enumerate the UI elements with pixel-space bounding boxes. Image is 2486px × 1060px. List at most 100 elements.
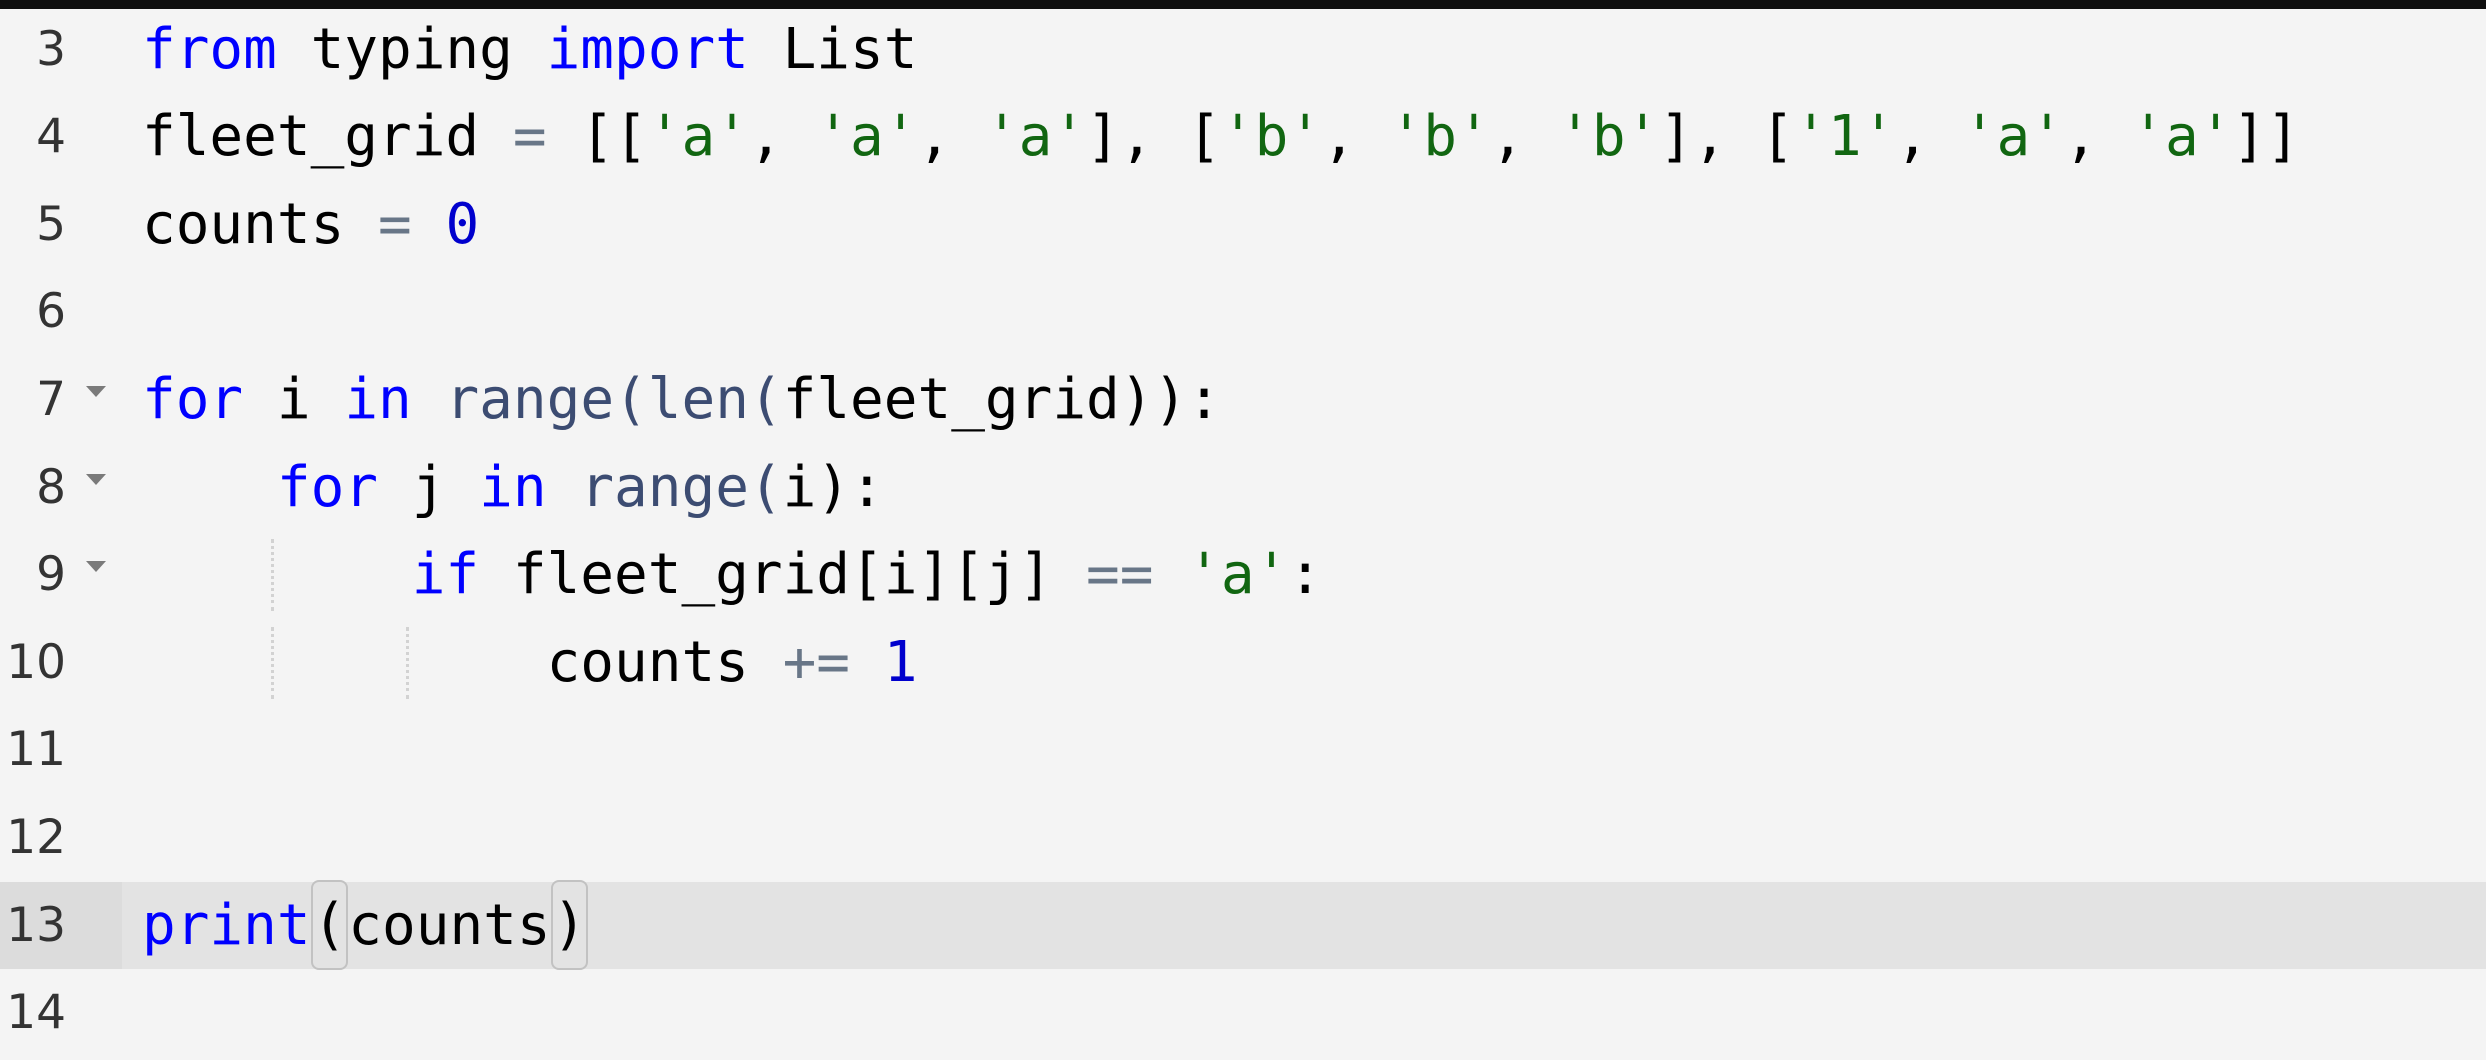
gutter-cell: 14 [0,969,122,1057]
code-token-plain: List [748,16,918,82]
code-token-plain: , [1322,104,1390,170]
fold-toggle-icon[interactable] [86,473,106,485]
code-token-plain: i [243,366,345,432]
code-token-operator: = [512,104,547,170]
code-line[interactable]: 7 for i in range(len(fleet_grid)): [0,356,2486,444]
code-text[interactable]: for i in range(len(fleet_grid)): [142,356,1221,444]
code-token-builtin: range( [445,366,648,432]
code-token-plain: j [378,454,480,520]
code-token-plain: ], [ [1659,104,1795,170]
code-token-keyword: in [479,454,547,520]
code-line[interactable]: 9 if fleet_grid[i][j] == 'a': [0,531,2486,619]
line-number: 9 [36,547,66,603]
gutter-cell: 8 [0,444,122,532]
gutter-cell: 13 [0,881,122,970]
code-token-keyword: in [344,366,412,432]
code-token-string: 'b' [1558,104,1660,170]
code-line[interactable]: 12 [0,794,2486,882]
code-token-builtin: range( [580,454,783,520]
line-number: 10 [6,634,66,690]
code-token-plain: , [917,104,985,170]
code-token-plain: counts [546,629,783,695]
line-number: 12 [6,809,66,865]
code-editor[interactable]: 3 from typing import List 4 fleet_grid = [[… [0,0,2486,1060]
code-token-plain: typing [276,16,547,82]
gutter-cell: 11 [0,706,122,794]
code-line[interactable]: 6 [0,268,2486,356]
fold-toggle-icon[interactable] [86,385,106,397]
code-token-string: '1' [1794,104,1896,170]
code-token-builtin: len( [647,366,783,432]
code-token-string: 'a' [1187,542,1289,608]
code-token-plain: [[ [546,104,648,170]
gutter-cell: 9 [0,531,122,619]
code-line[interactable]: 14 [0,969,2486,1057]
code-token-plain: fleet_grid)): [782,366,1221,432]
code-text[interactable]: counts = 0 [142,181,479,269]
line-number: 4 [36,109,66,165]
code-token-plain: : [1288,542,1323,608]
code-token-string: 'a' [1962,104,2064,170]
code-line[interactable]: 4 fleet_grid = [['a', 'a', 'a'], ['b', 'b… [0,93,2486,181]
code-token-string: 'a' [816,104,918,170]
code-token-plain: fleet_grid[i][j] [479,542,1087,608]
code-token-string: 'a' [2131,104,2233,170]
code-text[interactable]: from typing import List [142,6,917,94]
code-token-string: 'b' [1220,104,1323,170]
line-number: 11 [6,722,66,778]
code-token-plain: ], [ [1086,104,1221,170]
code-token-plain: counts [142,191,379,257]
code-token-operator: = [378,191,412,257]
code-token-keyword: if [411,542,480,608]
code-token-number: 1 [883,629,918,695]
code-token-plain: , [1490,104,1559,170]
matched-bracket: ( [310,879,349,970]
code-line[interactable]: 3 from typing import List [0,6,2486,94]
line-number: 13 [6,897,66,953]
line-number: 6 [36,284,66,340]
code-token-keyword: for [276,454,379,520]
code-token-number: 0 [445,191,480,257]
gutter-cell: 10 [0,619,122,707]
code-token-operator: += [782,629,851,695]
code-token-keyword: from [142,16,277,82]
code-line[interactable]: 13 print(counts) [0,879,2486,970]
code-text[interactable]: for j in range(i): [142,444,884,532]
code-token-string: 'b' [1389,104,1491,170]
line-number: 14 [6,985,66,1041]
code-text[interactable]: print(counts) [142,879,589,970]
code-token-plain: counts [348,892,551,958]
matched-bracket: ) [550,879,589,970]
gutter-cell: 12 [0,794,122,882]
code-token-plain: fleet_grid [142,104,513,170]
gutter-cell: 6 [0,268,122,356]
code-line[interactable]: 11 [0,706,2486,794]
code-token-plain: ]] [2232,104,2300,170]
code-token-keyword: import [546,16,749,82]
code-text[interactable]: fleet_grid = [['a', 'a', 'a'], ['b', 'b'… [142,93,2300,181]
fold-toggle-icon[interactable] [86,561,106,573]
code-text[interactable]: if fleet_grid[i][j] == 'a': [142,531,1322,619]
code-token-keyword: print [142,892,311,958]
line-number: 7 [36,371,66,427]
code-token-plain: , [2063,104,2132,170]
code-line[interactable]: 5 counts = 0 [0,181,2486,269]
code-token-string: 'a' [984,104,1087,170]
code-line[interactable]: 10 counts += 1 [0,619,2486,707]
editor-top-bar [0,0,2486,9]
code-token-keyword: for [142,366,244,432]
code-text[interactable]: counts += 1 [142,619,918,707]
code-token-operator: == [1086,542,1154,608]
code-token-string: 'a' [647,104,749,170]
code-line[interactable]: 8 for j in range(i): [0,444,2486,532]
line-number: 3 [36,21,66,77]
code-token-plain: , [748,104,817,170]
